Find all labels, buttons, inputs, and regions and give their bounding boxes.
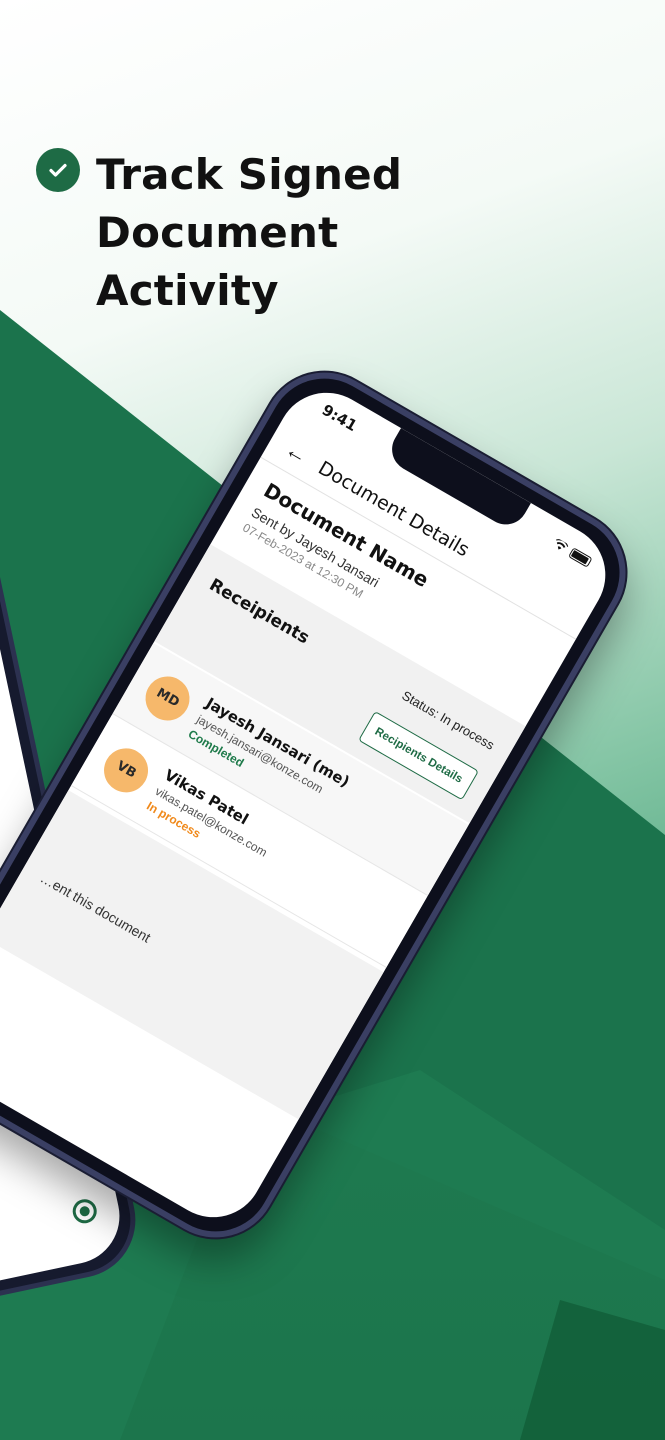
status-icons (552, 537, 593, 568)
battery-icon (568, 546, 593, 568)
check-circle-icon (36, 148, 80, 192)
promo-headline: Track Signed Document Activity (36, 146, 636, 320)
radio-selected-icon[interactable] (70, 1197, 99, 1226)
back-arrow-icon[interactable]: ← (281, 436, 313, 469)
headline-text: Track Signed Document Activity (96, 146, 636, 320)
avatar: MD (137, 668, 198, 729)
avatar: VB (96, 739, 157, 800)
status-time: 9:41 (318, 400, 361, 436)
wifi-icon (556, 539, 569, 550)
headline-line-1: Track Signed Document (96, 150, 403, 257)
headline-line-2: Activity (96, 266, 279, 315)
